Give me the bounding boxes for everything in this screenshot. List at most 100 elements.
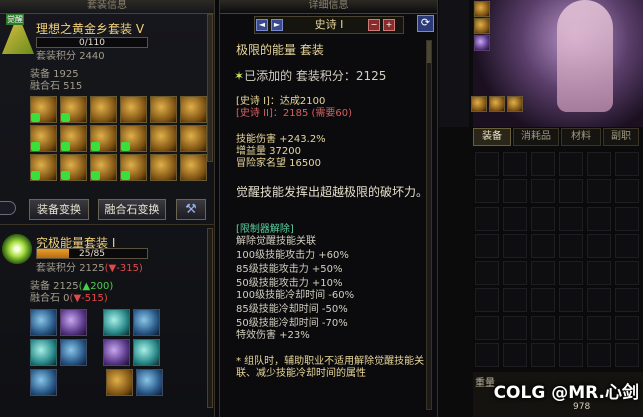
inventory-cell[interactable] bbox=[615, 261, 639, 285]
inventory-cell[interactable] bbox=[531, 261, 555, 285]
inventory-cell[interactable] bbox=[475, 152, 499, 176]
nav-plus-button[interactable]: + bbox=[383, 19, 395, 31]
inventory-cell[interactable] bbox=[559, 179, 583, 204]
inventory-cell[interactable] bbox=[503, 179, 527, 204]
inventory-cell[interactable] bbox=[587, 288, 611, 313]
item-icon[interactable] bbox=[60, 339, 87, 366]
inventory-cell[interactable] bbox=[587, 179, 611, 204]
item-icon[interactable] bbox=[106, 369, 133, 396]
nav-prev-button[interactable]: ◄ bbox=[256, 19, 268, 31]
inventory-cell[interactable] bbox=[503, 342, 527, 367]
item-icon[interactable] bbox=[30, 369, 57, 396]
scroll-thumb[interactable] bbox=[427, 41, 431, 63]
inventory-cell[interactable] bbox=[559, 315, 583, 340]
inventory-cell[interactable] bbox=[587, 233, 611, 258]
inventory-cell[interactable] bbox=[531, 206, 555, 231]
inventory-cell[interactable] bbox=[587, 315, 611, 340]
item-icon[interactable] bbox=[120, 154, 147, 181]
inventory-cell[interactable] bbox=[587, 206, 611, 231]
item-icon[interactable] bbox=[474, 35, 490, 51]
inventory-cell[interactable] bbox=[615, 342, 639, 367]
inventory-cell[interactable] bbox=[559, 288, 583, 313]
item-icon[interactable] bbox=[103, 309, 130, 336]
item-icon[interactable] bbox=[30, 96, 57, 123]
inventory-cell[interactable] bbox=[531, 342, 555, 367]
item-icon[interactable] bbox=[120, 96, 147, 123]
item-icon[interactable] bbox=[30, 339, 57, 366]
inventory-cell[interactable] bbox=[475, 206, 499, 231]
inventory-cell[interactable] bbox=[531, 152, 555, 176]
item-icon[interactable] bbox=[30, 154, 57, 181]
wrench-icon[interactable]: ⚒ bbox=[176, 199, 206, 220]
stone-change-button[interactable]: 融合石变换 bbox=[98, 199, 166, 220]
inventory-cell[interactable] bbox=[615, 315, 639, 340]
item-icon[interactable] bbox=[150, 125, 177, 152]
item-icon[interactable] bbox=[60, 125, 87, 152]
item-icon[interactable] bbox=[180, 154, 207, 181]
item-icon[interactable] bbox=[150, 96, 177, 123]
inventory-cell[interactable] bbox=[587, 152, 611, 176]
inventory-cell[interactable] bbox=[503, 315, 527, 340]
tab-consumables[interactable]: 消耗品 bbox=[513, 128, 559, 146]
inventory-cell[interactable] bbox=[475, 233, 499, 258]
inventory-cell[interactable] bbox=[475, 261, 499, 285]
inventory-cell[interactable] bbox=[475, 179, 499, 204]
nav-minus-button[interactable]: − bbox=[368, 19, 380, 31]
item-icon[interactable] bbox=[133, 339, 160, 366]
inventory-cell[interactable] bbox=[531, 179, 555, 204]
item-icon[interactable] bbox=[30, 309, 57, 336]
item-icon[interactable] bbox=[103, 339, 130, 366]
item-icon[interactable] bbox=[474, 18, 490, 34]
item-icon[interactable] bbox=[474, 1, 490, 17]
item-icon[interactable] bbox=[60, 154, 87, 181]
inventory-cell[interactable] bbox=[615, 179, 639, 204]
item-icon[interactable] bbox=[489, 96, 505, 112]
mid-scrollbar[interactable] bbox=[426, 40, 432, 410]
item-icon[interactable] bbox=[150, 154, 177, 181]
item-icon[interactable] bbox=[180, 125, 207, 152]
inventory-cell[interactable] bbox=[615, 152, 639, 176]
item-icon[interactable] bbox=[133, 309, 160, 336]
inventory-cell[interactable] bbox=[503, 261, 527, 285]
tab-materials[interactable]: 材料 bbox=[561, 128, 601, 146]
equip-change-button[interactable]: 装备变换 bbox=[29, 199, 89, 220]
inventory-cell[interactable] bbox=[503, 206, 527, 231]
inventory-cell[interactable] bbox=[475, 315, 499, 340]
inventory-cell[interactable] bbox=[503, 233, 527, 258]
inventory-cell[interactable] bbox=[531, 233, 555, 258]
inventory-cell[interactable] bbox=[559, 261, 583, 285]
item-icon[interactable] bbox=[471, 96, 487, 112]
inventory-cell[interactable] bbox=[615, 288, 639, 313]
inventory-cell[interactable] bbox=[587, 342, 611, 367]
left-scrollbar-2[interactable] bbox=[207, 228, 213, 408]
inventory-cell[interactable] bbox=[587, 261, 611, 285]
item-icon[interactable] bbox=[90, 154, 117, 181]
item-icon[interactable] bbox=[30, 125, 57, 152]
item-icon[interactable] bbox=[507, 96, 523, 112]
item-icon[interactable] bbox=[60, 96, 87, 123]
inventory-cell[interactable] bbox=[475, 342, 499, 367]
inventory-cell[interactable] bbox=[503, 152, 527, 176]
inventory-cell[interactable] bbox=[531, 288, 555, 313]
toggle-switch[interactable] bbox=[0, 201, 16, 215]
inventory-cell[interactable] bbox=[503, 288, 527, 313]
item-icon[interactable] bbox=[180, 96, 207, 123]
refresh-icon[interactable]: ⟳ bbox=[417, 15, 434, 32]
item-icon[interactable] bbox=[60, 309, 87, 336]
nav-next-button[interactable]: ► bbox=[271, 19, 283, 31]
item-icon[interactable] bbox=[90, 125, 117, 152]
item-icon[interactable] bbox=[90, 96, 117, 123]
item-icon[interactable] bbox=[120, 125, 147, 152]
inventory-cell[interactable] bbox=[475, 288, 499, 313]
inventory-cell[interactable] bbox=[559, 152, 583, 176]
inventory-cell[interactable] bbox=[615, 233, 639, 258]
tab-sub-job[interactable]: 副职 bbox=[603, 128, 639, 146]
inventory-cell[interactable] bbox=[531, 315, 555, 340]
inventory-cell[interactable] bbox=[559, 233, 583, 258]
item-icon[interactable] bbox=[136, 369, 163, 396]
inventory-cell[interactable] bbox=[615, 206, 639, 231]
tab-equipment[interactable]: 装备 bbox=[473, 128, 511, 146]
inventory-cell[interactable] bbox=[559, 206, 583, 231]
left-scrollbar[interactable] bbox=[207, 14, 213, 162]
inventory-cell[interactable] bbox=[559, 342, 583, 367]
